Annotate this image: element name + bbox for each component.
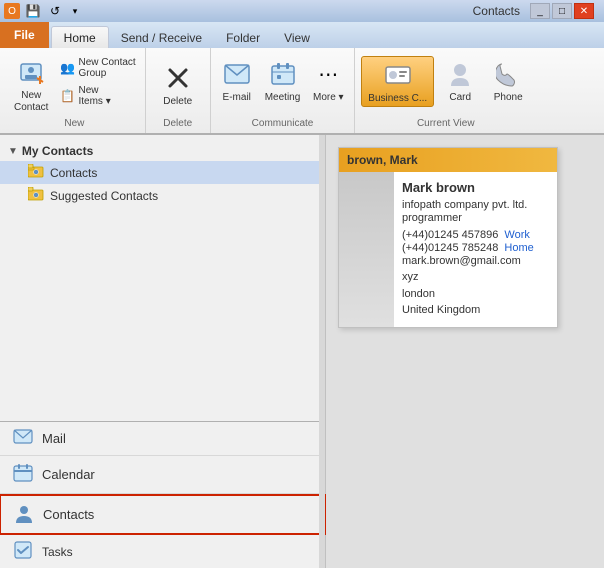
card-info: Mark brown infopath company pvt. ltd. pr… — [394, 172, 557, 327]
tab-home[interactable]: Home — [51, 26, 109, 48]
new-contact-label: NewContact — [14, 90, 48, 114]
left-panel: ▼ My Contacts Contacts — [0, 135, 326, 568]
nav-item-tasks[interactable]: Tasks — [0, 535, 325, 568]
card-phone-work-type: Work — [504, 229, 529, 241]
card-view-icon — [447, 60, 473, 88]
ribbon-group-delete: Delete Delete — [146, 48, 211, 133]
email-button[interactable]: E-mail — [217, 56, 257, 105]
qa-save[interactable]: 💾 — [24, 2, 42, 20]
ribbon-group-new: NewContact 👥 New ContactGroup 📋 NewItems… — [4, 48, 146, 133]
qa-undo[interactable]: ↺ — [46, 2, 64, 20]
card-photo — [339, 172, 394, 327]
tree-item-contacts[interactable]: Contacts — [0, 161, 325, 184]
panel-resize-handle[interactable] — [319, 135, 325, 568]
app-icon: O — [4, 3, 20, 19]
tree-collapse-arrow: ▼ — [8, 146, 18, 157]
ribbon-group-delete-label: Delete — [163, 118, 192, 129]
contacts-nav-icon — [13, 503, 35, 526]
tab-folder[interactable]: Folder — [214, 28, 272, 48]
tasks-nav-label: Tasks — [42, 545, 73, 559]
card-company: infopath company pvt. ltd. — [402, 199, 549, 211]
contacts-folder-icon — [28, 164, 44, 181]
card-phone-home: (+44)01245 785248 Home — [402, 242, 549, 254]
ribbon-tabs: File Home Send / Receive Folder View — [0, 22, 604, 48]
main-area: ▼ My Contacts Contacts — [0, 135, 604, 568]
email-label: E-mail — [223, 92, 251, 103]
email-icon — [223, 63, 251, 85]
file-tab[interactable]: File — [0, 22, 49, 48]
new-contact-button[interactable]: NewContact — [10, 56, 52, 116]
more-label: More ▾ — [313, 92, 344, 103]
card-email: mark.brown@gmail.com — [402, 255, 549, 267]
ribbon-group-current-view: Business C... Card Phone — [355, 48, 536, 133]
title-bar: O 💾 ↺ ▾ Contacts _ □ ✕ — [0, 0, 604, 22]
delete-button[interactable]: Delete — [156, 52, 200, 116]
right-panel: brown, Mark Mark brown infopath company … — [326, 135, 604, 568]
mail-nav-icon — [12, 429, 34, 448]
card-contact-name: Mark brown — [402, 180, 549, 195]
card-phone-work: (+44)01245 457896 Work — [402, 229, 549, 241]
contact-card: brown, Mark Mark brown infopath company … — [338, 147, 558, 328]
delete-icon — [164, 64, 192, 92]
suggested-contacts-label: Suggested Contacts — [50, 189, 158, 203]
nav-item-calendar[interactable]: Calendar — [0, 456, 325, 494]
new-items-button[interactable]: 📋 NewItems ▾ — [56, 84, 138, 108]
tasks-nav-icon — [12, 540, 34, 563]
my-contacts-header[interactable]: ▼ My Contacts — [0, 141, 325, 161]
contacts-nav-label: Contacts — [43, 507, 94, 522]
calendar-nav-label: Calendar — [42, 467, 95, 482]
delete-label: Delete — [163, 96, 192, 107]
maximize-btn[interactable]: □ — [552, 3, 572, 19]
calendar-nav-icon — [12, 463, 34, 486]
nav-item-mail[interactable]: Mail — [0, 422, 325, 456]
mail-nav-label: Mail — [42, 431, 66, 446]
close-btn[interactable]: ✕ — [574, 3, 594, 19]
bottom-nav: Mail Calendar — [0, 421, 325, 568]
phone-view-icon — [496, 60, 520, 88]
minimize-btn[interactable]: _ — [530, 3, 550, 19]
card-address: xyz london United Kingdom — [402, 269, 549, 319]
card-view-button[interactable]: Card — [438, 56, 482, 105]
contacts-tree-label: Contacts — [50, 166, 97, 180]
new-contact-group-button[interactable]: 👥 New ContactGroup — [56, 56, 138, 80]
ribbon-group-current-view-label: Current View — [417, 118, 475, 129]
qa-dropdown[interactable]: ▾ — [68, 2, 82, 20]
phone-view-label: Phone — [494, 92, 523, 103]
business-card-view-button[interactable]: Business C... — [361, 56, 434, 107]
meeting-button[interactable]: Meeting — [261, 56, 305, 105]
ribbon-content: NewContact 👥 New ContactGroup 📋 NewItems… — [0, 48, 604, 135]
meeting-label: Meeting — [265, 92, 301, 103]
tree-item-suggested[interactable]: Suggested Contacts — [0, 184, 325, 207]
phone-view-button[interactable]: Phone — [486, 56, 530, 105]
nav-item-contacts[interactable]: Contacts — [0, 494, 326, 535]
card-phone-home-type: Home — [504, 242, 533, 254]
title-text: Contacts — [473, 4, 520, 18]
ribbon-group-new-label: New — [64, 118, 84, 129]
nav-tree: ▼ My Contacts Contacts — [0, 135, 325, 421]
tab-view[interactable]: View — [272, 28, 322, 48]
business-card-icon — [384, 63, 412, 87]
card-job-title: programmer — [402, 212, 549, 224]
suggested-folder-icon — [28, 187, 44, 204]
card-view-label: Card — [449, 92, 471, 103]
card-body: Mark brown infopath company pvt. ltd. pr… — [339, 172, 557, 327]
ribbon-group-communicate: E-mail Meeting ⋯ More ▾ Com — [211, 48, 356, 133]
business-card-label: Business C... — [368, 93, 427, 104]
ribbon-group-communicate-label: Communicate — [252, 118, 314, 129]
more-button[interactable]: ⋯ More ▾ — [308, 56, 348, 105]
tab-send-receive[interactable]: Send / Receive — [109, 28, 214, 48]
card-header: brown, Mark — [339, 148, 557, 172]
meeting-icon — [269, 60, 297, 88]
new-contact-icon — [17, 60, 45, 88]
